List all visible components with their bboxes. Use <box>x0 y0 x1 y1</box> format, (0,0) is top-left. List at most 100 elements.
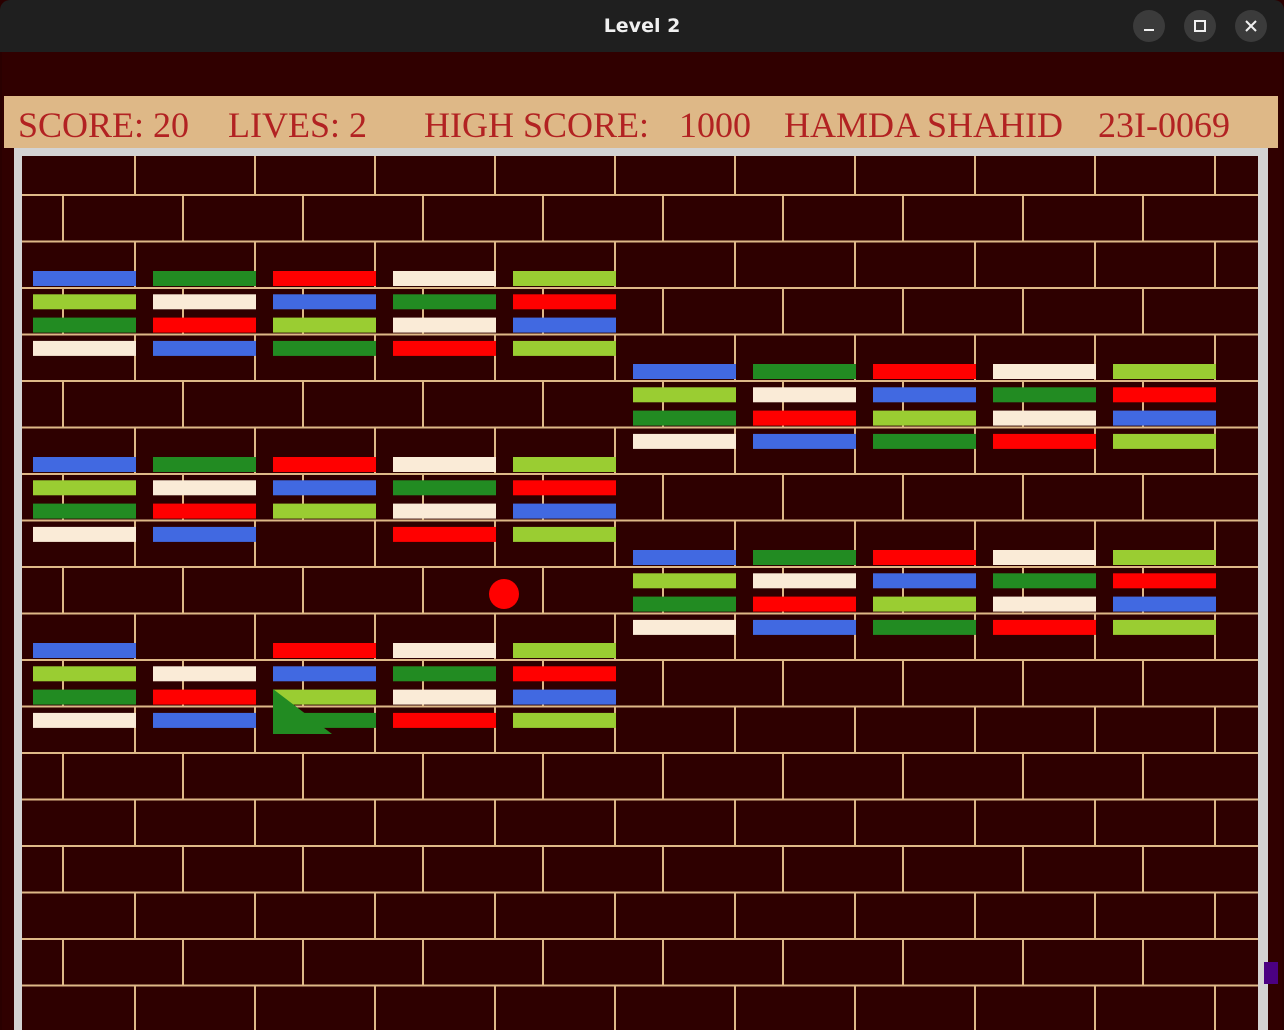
brick <box>33 503 136 519</box>
brick <box>513 317 616 333</box>
brick <box>633 433 736 449</box>
brick <box>873 596 976 612</box>
brick <box>753 619 856 635</box>
brick <box>33 271 136 286</box>
brick <box>1113 619 1216 635</box>
paddle[interactable] <box>1264 962 1278 984</box>
brick <box>153 340 256 356</box>
brick <box>393 666 496 682</box>
brick <box>993 410 1096 426</box>
brick <box>153 526 256 542</box>
brick <box>273 294 376 310</box>
brick <box>273 480 376 496</box>
brick <box>1113 364 1216 379</box>
brick <box>633 619 736 635</box>
ball <box>489 579 519 609</box>
brick <box>273 666 376 682</box>
brick <box>33 480 136 496</box>
brick <box>753 387 856 403</box>
brick <box>153 457 256 472</box>
brick <box>1113 550 1216 565</box>
brick <box>273 340 376 356</box>
brick <box>513 340 616 356</box>
brick <box>33 317 136 333</box>
brick <box>633 410 736 426</box>
brick <box>513 689 616 705</box>
brick <box>873 364 976 379</box>
brick <box>33 294 136 310</box>
brick <box>33 643 136 658</box>
close-icon <box>1245 20 1257 32</box>
player-name: HAMDA SHAHID <box>784 105 1064 145</box>
brick <box>513 666 616 682</box>
brick <box>633 573 736 589</box>
brick <box>153 271 256 286</box>
brick <box>33 689 136 705</box>
brick <box>513 457 616 472</box>
brick <box>1113 410 1216 426</box>
brick <box>393 712 496 728</box>
brick <box>873 619 976 635</box>
brick <box>393 317 496 333</box>
brick <box>273 643 376 658</box>
brick <box>153 666 256 682</box>
brick <box>993 573 1096 589</box>
brick <box>993 387 1096 403</box>
brick <box>273 317 376 333</box>
brick <box>513 526 616 542</box>
brick <box>393 503 496 519</box>
brick <box>153 689 256 705</box>
brick <box>393 271 496 286</box>
brick <box>993 364 1096 379</box>
brick <box>33 712 136 728</box>
brick <box>153 294 256 310</box>
brick <box>273 503 376 519</box>
brick <box>513 503 616 519</box>
brick <box>393 480 496 496</box>
brick <box>153 480 256 496</box>
brick <box>33 526 136 542</box>
brick <box>393 294 496 310</box>
brick <box>993 550 1096 565</box>
brick <box>753 410 856 426</box>
brick <box>873 573 976 589</box>
brick <box>393 457 496 472</box>
close-button[interactable] <box>1235 10 1267 42</box>
window-title: Level 2 <box>603 15 681 37</box>
lives-text: LIVES: 2 <box>228 105 367 145</box>
brick <box>393 689 496 705</box>
brick <box>273 457 376 472</box>
minimize-button[interactable] <box>1133 10 1165 42</box>
brick <box>873 550 976 565</box>
score-text: SCORE: 20 <box>18 105 190 145</box>
brick <box>393 526 496 542</box>
brick <box>513 294 616 310</box>
brick <box>513 712 616 728</box>
brick <box>153 317 256 333</box>
brick <box>993 433 1096 449</box>
brick <box>393 340 496 356</box>
brick <box>753 433 856 449</box>
brick <box>993 619 1096 635</box>
brick <box>513 271 616 286</box>
brick <box>393 643 496 658</box>
brick <box>753 596 856 612</box>
playfield[interactable] <box>22 156 1258 1030</box>
brick <box>1113 573 1216 589</box>
brick-wall-background <box>22 156 1258 1030</box>
brick <box>633 364 736 379</box>
brick <box>873 387 976 403</box>
player-id: 23I-0069 <box>1098 105 1230 145</box>
brick <box>1113 596 1216 612</box>
maximize-button[interactable] <box>1184 10 1216 42</box>
brick <box>273 271 376 286</box>
brick <box>753 364 856 379</box>
brick <box>33 666 136 682</box>
brick <box>633 387 736 403</box>
brick <box>633 596 736 612</box>
brick <box>873 433 976 449</box>
brick <box>1113 387 1216 403</box>
brick <box>633 550 736 565</box>
playfield-graphics <box>22 156 1258 1030</box>
brick <box>33 340 136 356</box>
